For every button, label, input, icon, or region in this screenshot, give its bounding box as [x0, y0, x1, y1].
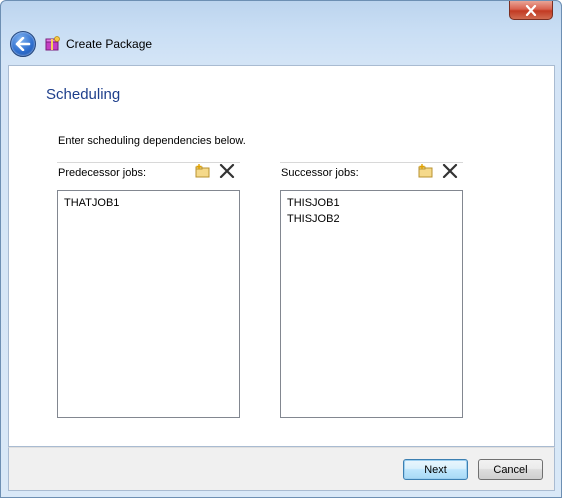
remove-successor-icon[interactable] [442, 164, 458, 178]
remove-predecessor-icon[interactable] [219, 164, 235, 178]
window-title: Create Package [66, 37, 153, 51]
successor-divider [280, 162, 463, 163]
successor-label: Successor jobs: [281, 167, 359, 179]
footer-bar [8, 447, 555, 491]
back-arrow-icon [15, 37, 31, 51]
list-item[interactable]: THISJOB1 [281, 195, 462, 211]
add-successor-icon[interactable] [418, 164, 434, 178]
intro-text: Enter scheduling dependencies below. [58, 135, 246, 147]
back-button[interactable] [10, 31, 36, 57]
list-item[interactable]: THISJOB2 [281, 211, 462, 227]
package-icon [45, 36, 60, 51]
page-heading: Scheduling [46, 86, 121, 103]
add-predecessor-icon[interactable] [195, 164, 211, 178]
close-icon [525, 4, 537, 16]
list-item[interactable]: THATJOB1 [58, 195, 239, 211]
predecessor-divider [57, 162, 240, 163]
cancel-button[interactable]: Cancel [478, 459, 543, 480]
predecessor-list[interactable]: THATJOB1 [57, 190, 240, 418]
close-button[interactable] [509, 1, 553, 20]
predecessor-label: Predecessor jobs: [58, 167, 147, 179]
successor-list[interactable]: THISJOB1 THISJOB2 [280, 190, 463, 418]
next-button[interactable]: Next [403, 459, 468, 480]
